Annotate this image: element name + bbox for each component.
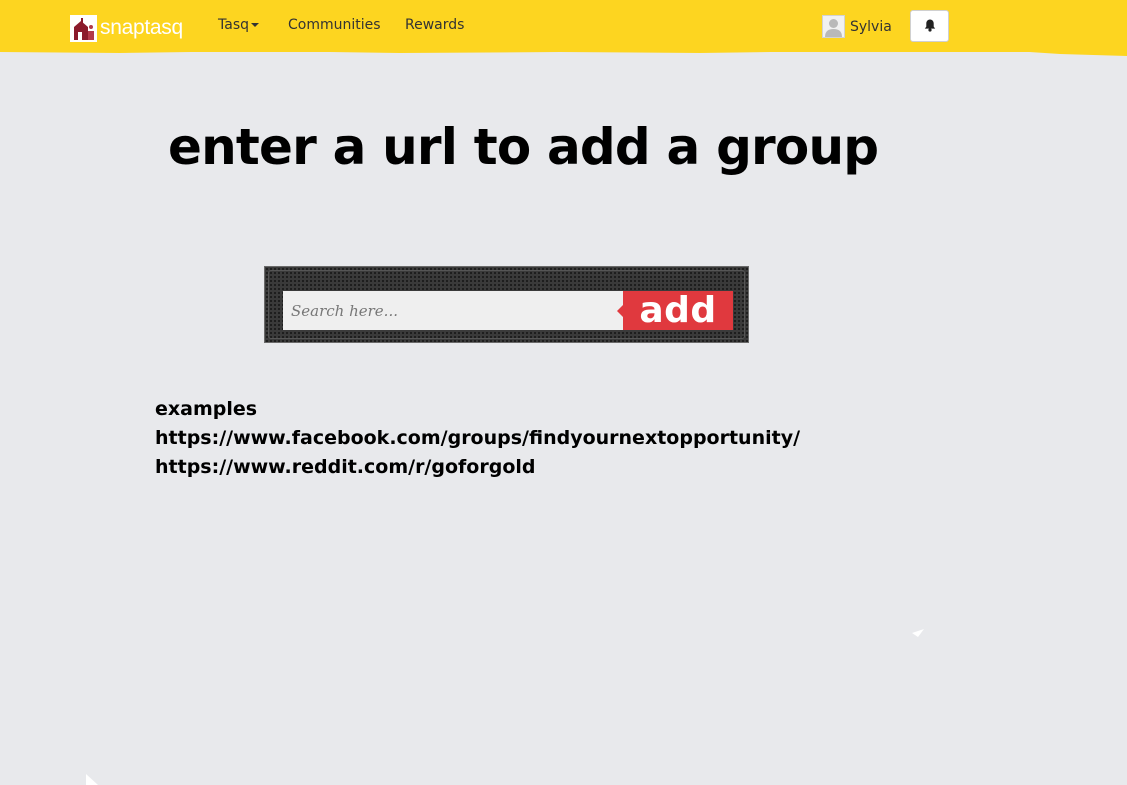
decorative-speck [86,774,98,785]
example-link-reddit[interactable]: https://www.reddit.com/r/goforgold [155,453,800,482]
user-menu[interactable]: Sylvia [822,15,892,38]
add-button[interactable]: add [617,291,733,330]
add-group-form: add [264,266,749,343]
examples-section: examples https://www.facebook.com/groups… [155,395,800,482]
decorative-speck [912,629,924,637]
page-headline: enter a url to add a group [168,118,879,176]
snaptasq-logo[interactable]: snaptasq [70,14,183,42]
username: Sylvia [850,18,892,35]
nav-tasq-dropdown[interactable]: Tasq [218,16,259,34]
bell-icon [924,17,936,36]
notifications-button[interactable] [910,10,949,42]
caret-down-icon [251,23,259,27]
nav-rewards[interactable]: Rewards [405,16,464,34]
torn-paper-edge [0,46,1127,56]
nav-communities[interactable]: Communities [288,16,381,34]
user-avatar-icon [822,15,845,38]
logo-wordmark: snaptasq [100,16,183,39]
example-link-facebook[interactable]: https://www.facebook.com/groups/findyour… [155,424,800,453]
house-icon [70,14,97,42]
top-navbar: snaptasq Tasq Communities Rewards Sylvia [0,0,1127,52]
examples-heading: examples [155,398,258,420]
nav-tasq-label: Tasq [218,17,249,33]
group-url-input[interactable] [283,291,623,330]
